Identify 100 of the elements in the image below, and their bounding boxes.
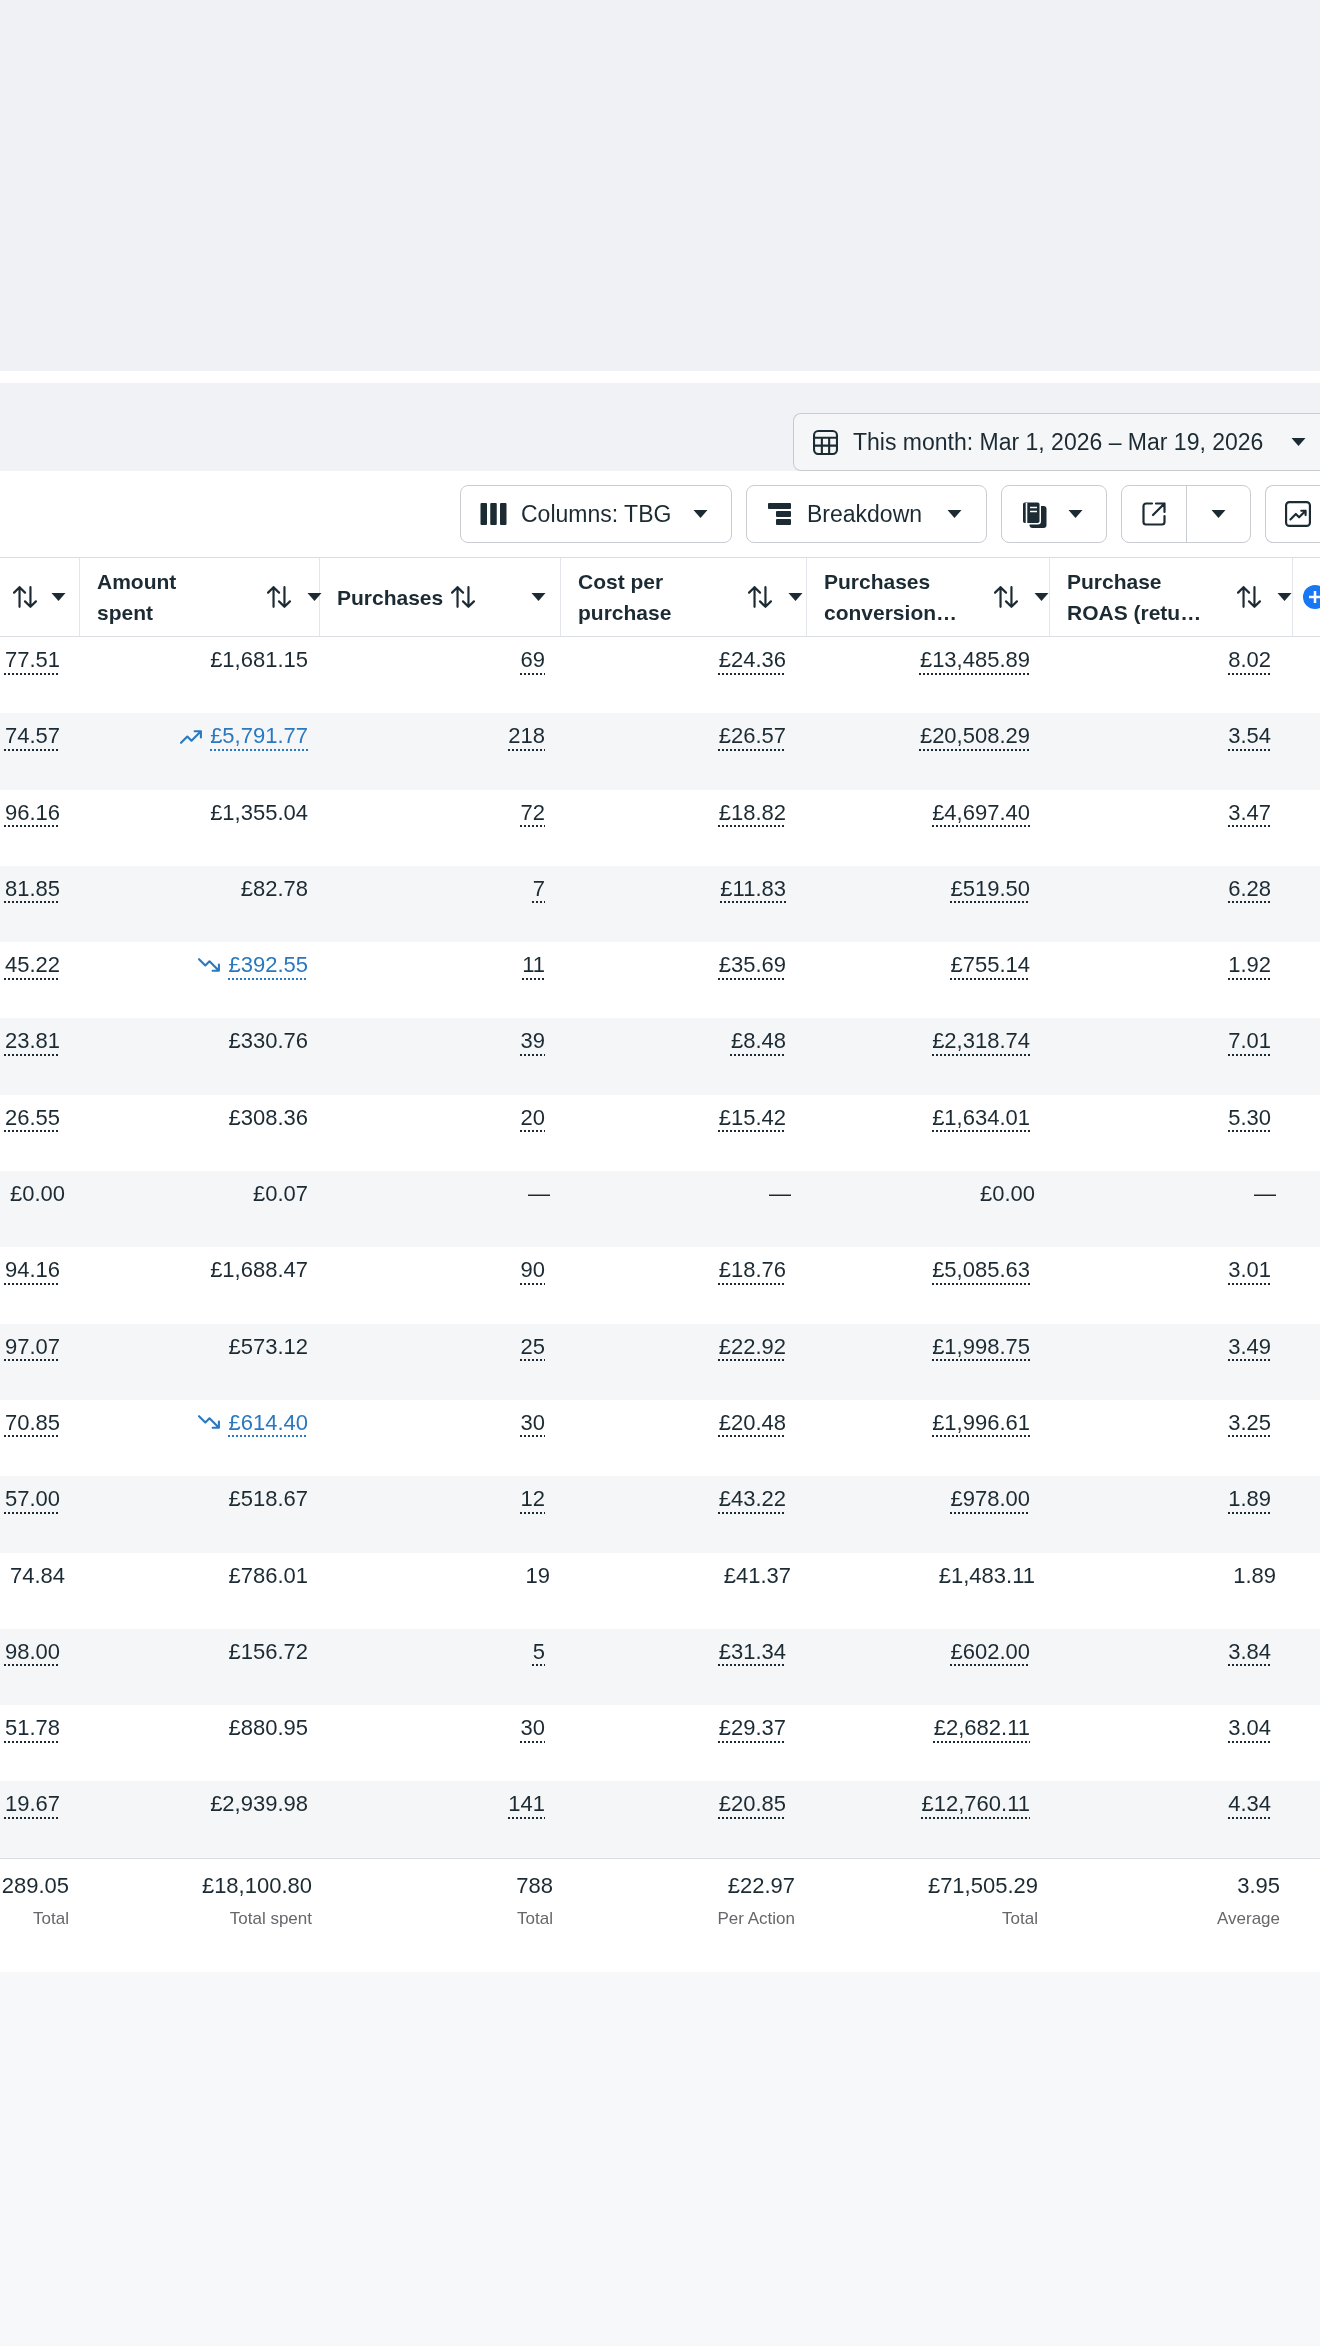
value-text: 96.16 <box>4 798 60 827</box>
column-title: Purchases conversion… <box>824 569 959 626</box>
total-label: Total spent <box>229 1907 312 1930</box>
cost-value: £15.42 <box>718 1103 786 1132</box>
caret-icon <box>1211 510 1226 518</box>
sort-icon[interactable] <box>451 586 476 608</box>
total-label: Total <box>33 1907 69 1930</box>
purchases-value: 7 <box>532 874 545 903</box>
value-text: 26.55 <box>4 1103 60 1132</box>
amount-value: £156.72 <box>228 1637 308 1666</box>
trend-chart-icon <box>1285 501 1311 527</box>
amount-value: £1,681.15 <box>210 646 308 674</box>
value-text: 70.85 <box>4 1408 60 1437</box>
roas-value: 1.89 <box>1228 1485 1271 1514</box>
cost-value: £20.48 <box>718 1408 786 1437</box>
value-text: 45.22 <box>4 951 60 980</box>
amount-value: £330.76 <box>228 1027 308 1056</box>
cost-value: £8.48 <box>730 1027 786 1056</box>
sort-icon[interactable] <box>1237 586 1261 608</box>
amount-value: £786.01 <box>228 1561 308 1590</box>
cost-value: £35.69 <box>718 951 786 980</box>
amount-link[interactable]: £392.55 <box>198 950 308 981</box>
roas-value: 6.28 <box>1228 874 1271 903</box>
cost-value: £22.92 <box>718 1332 786 1361</box>
caret-icon <box>1068 510 1083 518</box>
caret-icon[interactable] <box>307 593 322 601</box>
caret-icon <box>1291 438 1306 446</box>
amount-value: £573.12 <box>228 1332 308 1361</box>
sort-icon[interactable] <box>994 586 1018 608</box>
cost-value: £18.76 <box>718 1256 786 1285</box>
value-text: 98.00 <box>4 1637 60 1666</box>
total-value: £71,505.29 <box>927 1871 1038 1900</box>
amount-link[interactable]: £5,791.77 <box>180 721 308 752</box>
caret-icon[interactable] <box>788 593 803 601</box>
notebook-stack-icon <box>1021 500 1048 528</box>
purchases-value: 30 <box>520 1714 545 1743</box>
columns-icon <box>480 503 507 525</box>
chart-button[interactable] <box>1265 485 1320 543</box>
conversion-value: £1,998.75 <box>932 1332 1030 1361</box>
conversion-value: £5,085.63 <box>932 1256 1030 1285</box>
purchases-value: 12 <box>520 1485 545 1514</box>
total-value: 289.05 <box>1 1871 69 1900</box>
date-range-button[interactable]: This month: Mar 1, 2026 – Mar 19, 2026 <box>793 413 1320 471</box>
amount-value: £880.95 <box>228 1714 308 1743</box>
purchases-value: 30 <box>520 1408 545 1437</box>
total-value: 3.95 <box>1237 1871 1280 1900</box>
conversion-value: £2,682.11 <box>933 1714 1030 1743</box>
cost-value: £20.85 <box>718 1790 786 1819</box>
amount-value: £308.36 <box>228 1103 308 1132</box>
purchases-value: 69 <box>520 646 545 674</box>
value-text: 74.57 <box>4 722 60 751</box>
caret-icon[interactable] <box>531 593 546 601</box>
amount-value: £1,688.47 <box>210 1256 308 1285</box>
purchases-value: 39 <box>520 1027 545 1056</box>
caret-icon[interactable] <box>51 593 66 601</box>
caret-icon[interactable] <box>1034 593 1049 601</box>
caret-icon <box>693 510 708 518</box>
amount-value: £1,355.04 <box>210 798 308 827</box>
purchases-value: 19 <box>525 1561 550 1590</box>
caret-icon[interactable] <box>1277 593 1292 601</box>
cost-value: £31.34 <box>718 1637 786 1666</box>
roas-value: 3.84 <box>1228 1637 1271 1666</box>
value-text: 81.85 <box>4 874 60 903</box>
sort-icon[interactable] <box>748 586 772 608</box>
value-text: 23.81 <box>4 1027 60 1056</box>
conversion-value: £4,697.40 <box>932 798 1030 827</box>
purchases-value: 218 <box>508 722 545 751</box>
cost-value: — <box>769 1180 791 1209</box>
purchases-value: — <box>528 1180 550 1209</box>
roas-value: 7.01 <box>1228 1027 1271 1056</box>
total-label: Average <box>1217 1907 1280 1930</box>
conversion-value: £755.14 <box>950 951 1030 980</box>
roas-value: 1.89 <box>1233 1561 1276 1590</box>
trend-up-icon <box>180 728 204 744</box>
conversion-value: £20,508.29 <box>919 722 1030 751</box>
breakdown-button[interactable]: Breakdown <box>746 485 987 543</box>
purchases-value: 72 <box>520 798 545 827</box>
sort-icon[interactable] <box>267 586 291 608</box>
columns-button[interactable]: Columns: TBG <box>460 485 732 543</box>
roas-value: 3.54 <box>1228 722 1271 751</box>
cost-value: £29.37 <box>718 1714 786 1743</box>
roas-value: 8.02 <box>1228 646 1271 674</box>
conversion-value: £1,483.11 <box>938 1561 1035 1590</box>
conversion-value: £0.00 <box>979 1180 1035 1209</box>
calendar-icon <box>813 429 838 455</box>
roas-value: 5.30 <box>1228 1103 1271 1132</box>
sort-icon[interactable] <box>13 586 37 608</box>
cost-value: £26.57 <box>718 722 786 751</box>
export-icon <box>1142 502 1166 526</box>
roas-value: 4.34 <box>1228 1790 1271 1819</box>
trend-down-icon <box>198 1415 222 1431</box>
purchases-value: 5 <box>532 1637 545 1666</box>
conversion-value: £12,760.11 <box>921 1790 1030 1819</box>
roas-value: 3.04 <box>1228 1714 1271 1743</box>
amount-link[interactable]: £614.40 <box>198 1407 308 1438</box>
cost-value: £43.22 <box>718 1485 786 1514</box>
conversion-value: £1,996.61 <box>932 1408 1030 1437</box>
reports-button[interactable] <box>1001 485 1107 543</box>
roas-value: 3.49 <box>1228 1332 1271 1361</box>
amount-value: £0.07 <box>252 1180 308 1209</box>
